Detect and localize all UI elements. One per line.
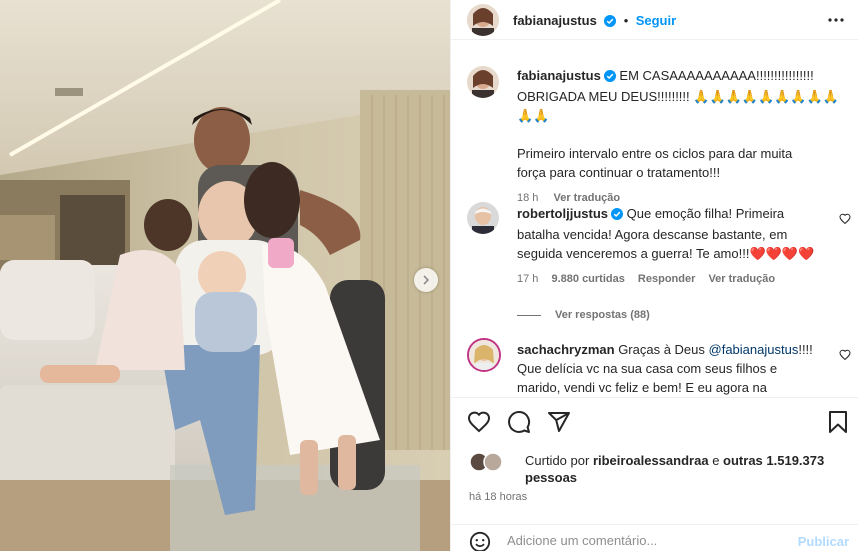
likes-user[interactable]: ribeiroalessandraa	[593, 453, 709, 468]
caption-line-1: fabianajustus EM CASAAAAAAAAAA!!!!!!!!!!…	[517, 66, 847, 87]
comment-1-line-1: robertoljjustus Que emoção filha! Primei…	[517, 204, 837, 225]
comment-1-avatar[interactable]	[467, 202, 499, 234]
heart-icon	[467, 411, 491, 433]
instagram-post-modal: fabianajustus • Seguir fabianajustus EM …	[0, 0, 858, 551]
verified-icon	[604, 14, 617, 32]
header-author-name[interactable]: fabianajustus	[513, 13, 597, 28]
header-separator: •	[623, 13, 629, 28]
follow-button[interactable]: Seguir	[636, 13, 676, 28]
more-options-button[interactable]	[827, 12, 845, 33]
caption-author-avatar[interactable]	[467, 66, 499, 98]
caption-translate-link[interactable]: Ver tradução	[553, 192, 620, 204]
caption-meta: 18 h Ver tradução	[517, 192, 847, 204]
caption-author-name[interactable]: fabianajustus	[517, 68, 601, 83]
comment-1-like-button[interactable]	[839, 212, 851, 230]
view-replies-label[interactable]: Ver respostas (88)	[555, 309, 650, 321]
comments-scroll-area[interactable]: fabianajustus EM CASAAAAAAAAAA!!!!!!!!!!…	[451, 40, 858, 398]
post-side-panel: fabianajustus • Seguir fabianajustus EM …	[450, 0, 858, 551]
next-image-button[interactable]	[414, 268, 438, 292]
share-button[interactable]	[547, 410, 571, 439]
likes-suffix[interactable]: pessoas	[525, 470, 577, 485]
comment-icon	[508, 411, 531, 433]
caption-text-line-1: EM CASAAAAAAAAAA!!!!!!!!!!!!!!!!	[619, 68, 814, 83]
caption-para2-line-2: força para continuar o tratamento!!!	[517, 165, 721, 180]
comment-2-avatar[interactable]	[467, 338, 501, 372]
verified-icon	[611, 206, 624, 225]
publish-button[interactable]: Publicar	[798, 534, 849, 549]
verified-icon	[603, 68, 616, 87]
comment-1-text-1: Que emoção filha! Primeira	[626, 206, 785, 221]
caption-text-line-2: OBRIGADA MEU DEUS!!!!!!!!! 🙏🙏🙏🙏🙏🙏🙏🙏🙏🙏🙏	[517, 89, 839, 123]
caption-time: 18 h	[517, 192, 539, 204]
comment-input[interactable]	[507, 533, 787, 548]
add-comment-bar: Publicar	[451, 524, 858, 551]
post-header: fabianajustus • Seguir	[451, 0, 858, 40]
chevron-right-icon	[423, 275, 430, 285]
view-replies-link[interactable]: Ver respostas (88)	[517, 309, 837, 321]
comment-2-lead: Graças à Deus	[618, 342, 705, 357]
comment-1-author[interactable]: robertoljjustus	[517, 206, 608, 221]
comment-button[interactable]	[507, 410, 531, 439]
comment-1-likes[interactable]: 9.880 curtidas	[551, 273, 624, 285]
post-photo[interactable]	[0, 0, 450, 551]
heart-icon	[839, 349, 851, 361]
comment-1: robertoljjustus Que emoção filha! Primei…	[517, 204, 837, 321]
like-button[interactable]	[467, 410, 491, 439]
comment-1-text-3: seguida venceremos a guerra! Te amo!!!❤️…	[517, 246, 815, 261]
post-time[interactable]: há 18 horas	[469, 491, 527, 503]
comment-2-text-2: Que delícia vc na sua casa com seus filh…	[517, 361, 778, 376]
comment-2: sachachryzman Graças à Deus @fabianajust…	[517, 340, 837, 397]
share-icon	[548, 412, 570, 432]
comment-2-text-3: marido, vendi vc feliz e bem! E eu agora…	[517, 380, 768, 395]
replies-divider	[517, 314, 541, 316]
more-icon	[828, 18, 844, 22]
author-avatar[interactable]	[467, 4, 499, 36]
action-bar	[451, 400, 858, 446]
heart-icon	[839, 213, 851, 225]
family-photo-illustration	[0, 0, 450, 551]
caption-block: fabianajustus EM CASAAAAAAAAAA!!!!!!!!!!…	[517, 66, 847, 204]
likes-others[interactable]: outras 1.519.373	[723, 453, 824, 468]
comment-2-mention-tail: !!!!	[798, 342, 813, 357]
comment-1-text-2: batalha vencida! Agora descanse bastante…	[517, 227, 788, 242]
emoji-button[interactable]	[469, 531, 491, 551]
comment-1-meta: 17 h 9.880 curtidas Responder Ver traduç…	[517, 273, 837, 285]
comment-1-reply-link[interactable]: Responder	[638, 273, 695, 285]
caption-para2-line-1: Primeiro intervalo entre os ciclos para …	[517, 146, 793, 161]
comment-2-line-1: sachachryzman Graças à Deus @fabianajust…	[517, 340, 837, 359]
emoji-icon	[469, 531, 491, 551]
comment-1-translate-link[interactable]: Ver tradução	[708, 273, 775, 285]
comment-2-like-button[interactable]	[839, 348, 851, 366]
comment-2-author[interactable]: sachachryzman	[517, 342, 615, 357]
likes-prefix: Curtido por	[525, 453, 590, 468]
likes-middle: e	[712, 453, 720, 468]
comment-1-time: 17 h	[517, 273, 539, 285]
save-button[interactable]	[827, 410, 849, 439]
bookmark-icon	[829, 411, 847, 433]
comment-2-mention[interactable]: @fabianajustus	[709, 342, 799, 357]
likes-summary: Curtido por ribeiroalessandraa e outras …	[525, 452, 845, 486]
header-author-line: fabianajustus • Seguir	[513, 12, 676, 32]
liker-avatars[interactable]	[469, 452, 505, 477]
